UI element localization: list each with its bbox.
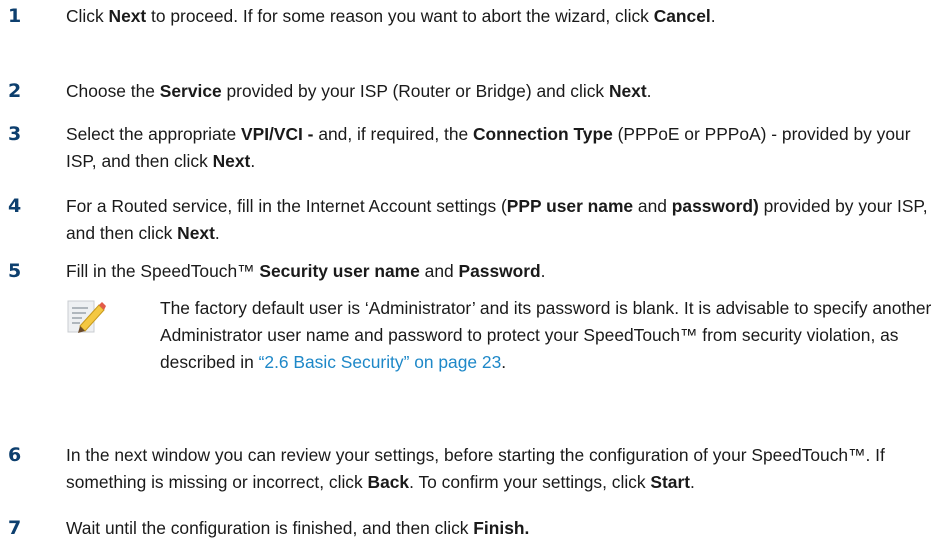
step-number: 7 — [8, 517, 22, 539]
vpi-vci-label: VPI/VCI - — [241, 124, 314, 144]
step-text: Select the appropriate VPI/VCI - and, if… — [66, 124, 911, 171]
step-number: 4 — [8, 195, 22, 217]
password-label: Password — [458, 261, 541, 281]
step-text: Wait until the configuration is finished… — [66, 518, 530, 538]
next-label: Next — [212, 151, 251, 171]
start-label: Start — [650, 472, 691, 492]
next-label: Next — [177, 223, 215, 243]
connection-type-label: Connection Type — [473, 124, 613, 144]
finish-label: Finish. — [473, 518, 530, 538]
note-pencil-icon — [66, 296, 106, 336]
step-number: 5 — [8, 260, 22, 282]
ppp-user-name-label: PPP user name — [506, 196, 634, 216]
step-number: 6 — [8, 444, 22, 466]
step-number: 3 — [8, 123, 22, 145]
step-number: 1 — [8, 5, 22, 27]
cancel-label: Cancel — [653, 6, 711, 26]
password-label: password) — [671, 196, 759, 216]
step-text: Choose the Service provided by your ISP … — [66, 81, 652, 101]
basic-security-link[interactable]: “2.6 Basic Security” on page 23 — [259, 352, 502, 372]
step-text: Click Next to proceed. If for some reaso… — [66, 6, 716, 26]
step-text: Fill in the SpeedTouch™ Security user na… — [66, 261, 546, 281]
next-label: Next — [108, 6, 147, 26]
next-label: Next — [608, 81, 647, 101]
back-label: Back — [367, 472, 410, 492]
note-box: The factory default user is ‘Administrat… — [66, 295, 944, 435]
step-number: 2 — [8, 80, 22, 102]
step-text: For a Routed service, fill in the Intern… — [66, 196, 928, 243]
service-label: Service — [159, 81, 222, 101]
note-text: The factory default user is ‘Administrat… — [160, 298, 932, 372]
step-text: In the next window you can review your s… — [66, 445, 885, 492]
security-user-name-label: Security user name — [259, 261, 420, 281]
